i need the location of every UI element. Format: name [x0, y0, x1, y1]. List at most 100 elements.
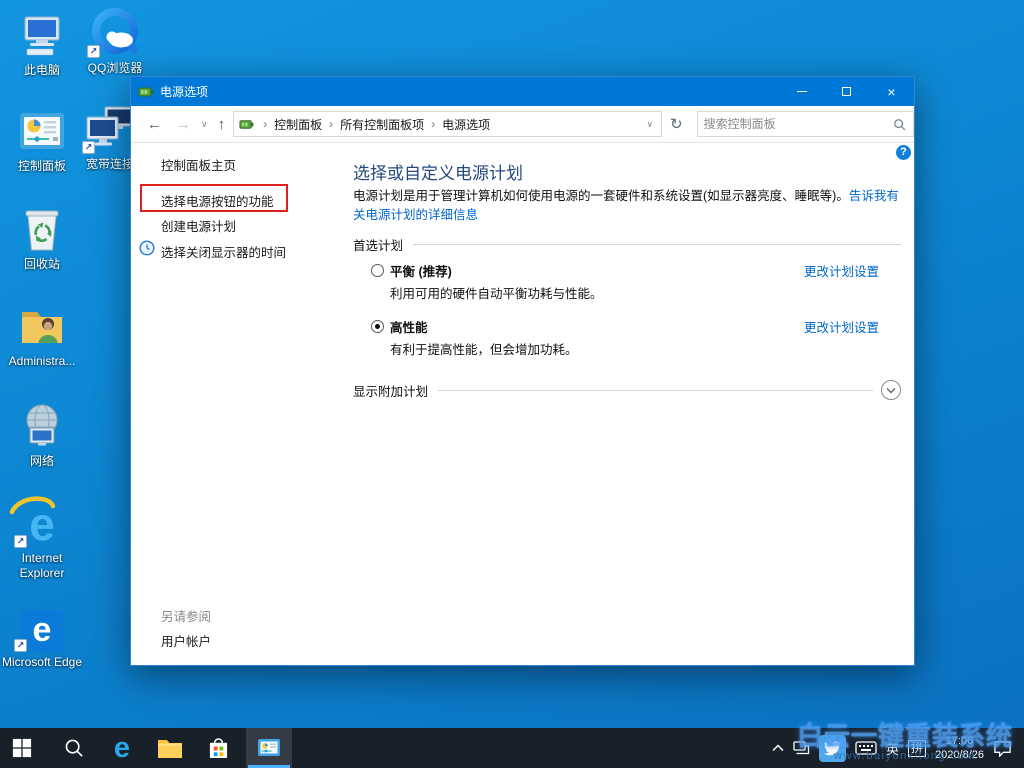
- search-input[interactable]: [698, 117, 886, 131]
- taskbar-file-explorer-button[interactable]: [148, 728, 192, 768]
- edge-icon: e: [114, 733, 130, 763]
- shortcut-arrow-icon: ↗: [14, 535, 27, 548]
- breadcrumb[interactable]: › 控制面板 › 所有控制面板项 › 电源选项 ∨: [233, 111, 662, 137]
- edge-logo-letter: e: [33, 611, 52, 649]
- plan-description: 利用可用的硬件自动平衡功耗与性能。: [390, 283, 603, 302]
- desktop-icon-recycle-bin[interactable]: 回收站: [0, 202, 84, 272]
- touch-keyboard-button[interactable]: [855, 740, 877, 756]
- ime-mode-badge[interactable]: 拼: [908, 740, 926, 757]
- desktop-icon-admin-folder[interactable]: Administra...: [0, 299, 84, 369]
- back-button[interactable]: ←: [147, 116, 162, 133]
- power-options-window: 电源选项 × ← → ∨ ↑ › 控制面板 › 所有控制面板项 › 电源选项: [130, 76, 915, 666]
- file-explorer-icon: [157, 738, 183, 759]
- radio-balanced[interactable]: [371, 264, 384, 277]
- intro-text: 电源计划是用于管理计算机如何使用电源的一套硬件和系统设置(如显示器亮度、睡眠等)…: [353, 189, 849, 203]
- desktop-icon-label: QQ浏览器: [73, 61, 157, 76]
- microsoft-edge-icon: e ↗: [0, 600, 84, 652]
- forward-button[interactable]: →: [176, 116, 191, 133]
- shortcut-arrow-icon: ↗: [14, 639, 27, 652]
- up-button[interactable]: ↑: [218, 116, 226, 133]
- chevron-up-icon: [772, 744, 784, 752]
- maximize-button[interactable]: [824, 77, 869, 106]
- crumb-separator: ›: [263, 117, 267, 131]
- show-hidden-icons-button[interactable]: [772, 744, 784, 752]
- sidebar-item-user-accounts[interactable]: 用户帐户: [161, 631, 211, 650]
- divider-line: [413, 244, 901, 245]
- breadcrumb-control-panel[interactable]: 控制面板: [274, 116, 322, 133]
- search-icon[interactable]: [886, 118, 913, 131]
- additional-plans-label: 显示附加计划: [353, 381, 428, 400]
- address-dropdown-icon[interactable]: ∨: [642, 119, 657, 130]
- taskbar-store-button[interactable]: [196, 728, 240, 768]
- additional-plans-section: 显示附加计划: [353, 380, 901, 400]
- desktop-icon-label: Internet Explorer: [0, 551, 84, 581]
- plan-row-high-performance: 高性能 更改计划设置: [371, 317, 879, 336]
- desktop-icon-internet-explorer[interactable]: e ↗ Internet Explorer: [0, 496, 84, 581]
- action-center-button[interactable]: [993, 740, 1012, 757]
- power-options-icon: [239, 117, 254, 132]
- plan-description: 有利于提高性能，但会增加功耗。: [390, 339, 578, 358]
- desktop-icon-label: 回收站: [0, 257, 84, 272]
- system-tray: 英 拼 17:06 2020/8/26: [772, 728, 1024, 768]
- taskbar: e 英 拼 17:06: [0, 728, 1024, 768]
- preferred-plans-label: 首选计划: [353, 235, 403, 254]
- start-button[interactable]: [0, 728, 44, 768]
- desktop-icon-this-pc[interactable]: 此电脑: [0, 8, 84, 78]
- maximize-icon: [842, 87, 851, 96]
- radio-high-performance[interactable]: [371, 320, 384, 333]
- desktop-icon-qq-browser[interactable]: ↗ QQ浏览器: [73, 6, 157, 76]
- refresh-button[interactable]: ↻: [670, 115, 683, 133]
- desktop-icon-microsoft-edge[interactable]: e ↗ Microsoft Edge: [0, 600, 84, 670]
- power-options-icon: [138, 84, 154, 100]
- ie-ring-icon: [8, 494, 56, 520]
- close-icon: ×: [887, 85, 895, 99]
- sidebar-item-control-panel-home[interactable]: 控制面板主页: [161, 155, 236, 174]
- divider-line: [438, 390, 873, 391]
- close-button[interactable]: ×: [869, 77, 914, 106]
- breadcrumb-all-items[interactable]: 所有控制面板项: [340, 116, 424, 133]
- intro-paragraph: 电源计划是用于管理计算机如何使用电源的一套硬件和系统设置(如显示器亮度、睡眠等)…: [353, 187, 909, 225]
- clock-date: 2020/8/26: [935, 748, 984, 762]
- qq-browser-icon: ↗: [73, 6, 157, 58]
- windows-logo-icon: [12, 738, 32, 758]
- control-panel-icon: [257, 736, 281, 760]
- desktop-icon-network[interactable]: 网络: [0, 399, 84, 469]
- breadcrumb-power-options[interactable]: 电源选项: [442, 116, 490, 133]
- window-title: 电源选项: [160, 83, 208, 100]
- search-icon: [64, 738, 84, 758]
- taskbar-search-button[interactable]: [52, 728, 96, 768]
- ime-language-indicator[interactable]: 英: [886, 739, 899, 758]
- expand-additional-plans-button[interactable]: [881, 380, 901, 400]
- shortcut-arrow-icon: ↗: [82, 141, 95, 154]
- twitter-tray-icon[interactable]: [819, 735, 846, 762]
- page-title: 选择或自定义电源计划: [353, 159, 523, 184]
- search-box[interactable]: [697, 111, 914, 137]
- recycle-bin-icon: [0, 202, 84, 254]
- recent-pages-dropdown[interactable]: ∨: [201, 119, 208, 130]
- help-button[interactable]: ?: [896, 145, 911, 160]
- this-pc-icon: [0, 8, 84, 60]
- sidebar-item-create-power-plan[interactable]: 创建电源计划: [161, 216, 236, 235]
- minimize-icon: [797, 91, 807, 92]
- desktop-icon-label: 网络: [0, 454, 84, 469]
- network-tray-icon[interactable]: [793, 741, 810, 755]
- sidebar-item-display-off-time[interactable]: 选择关闭显示器的时间: [161, 242, 286, 261]
- plan-row-balanced: 平衡 (推荐) 更改计划设置: [371, 261, 879, 280]
- internet-explorer-icon: e ↗: [0, 496, 84, 548]
- taskbar-clock[interactable]: 17:06 2020/8/26: [935, 734, 984, 762]
- desktop-icon-label: 此电脑: [0, 63, 84, 78]
- clock-time: 17:06: [935, 734, 984, 748]
- minimize-button[interactable]: [779, 77, 824, 106]
- title-bar[interactable]: 电源选项 ×: [131, 77, 914, 106]
- taskbar-control-panel-button[interactable]: [246, 728, 292, 768]
- action-center-icon: [993, 740, 1012, 757]
- crumb-separator: ›: [431, 117, 435, 131]
- taskbar-edge-button[interactable]: e: [100, 728, 144, 768]
- sidebar-item-power-button-function[interactable]: 选择电源按钮的功能: [161, 191, 274, 210]
- microsoft-store-icon: [208, 737, 229, 760]
- shortcut-arrow-icon: ↗: [87, 45, 100, 58]
- desktop: 此电脑 ↗ QQ浏览器 控制面板 ↗ 宽带连接 回收站 Administra..…: [0, 0, 1024, 768]
- change-plan-settings-link-high-performance[interactable]: 更改计划设置: [804, 317, 879, 336]
- change-plan-settings-link-balanced[interactable]: 更改计划设置: [804, 261, 879, 280]
- address-bar: ← → ∨ ↑ › 控制面板 › 所有控制面板项 › 电源选项 ∨ ↻: [131, 106, 914, 143]
